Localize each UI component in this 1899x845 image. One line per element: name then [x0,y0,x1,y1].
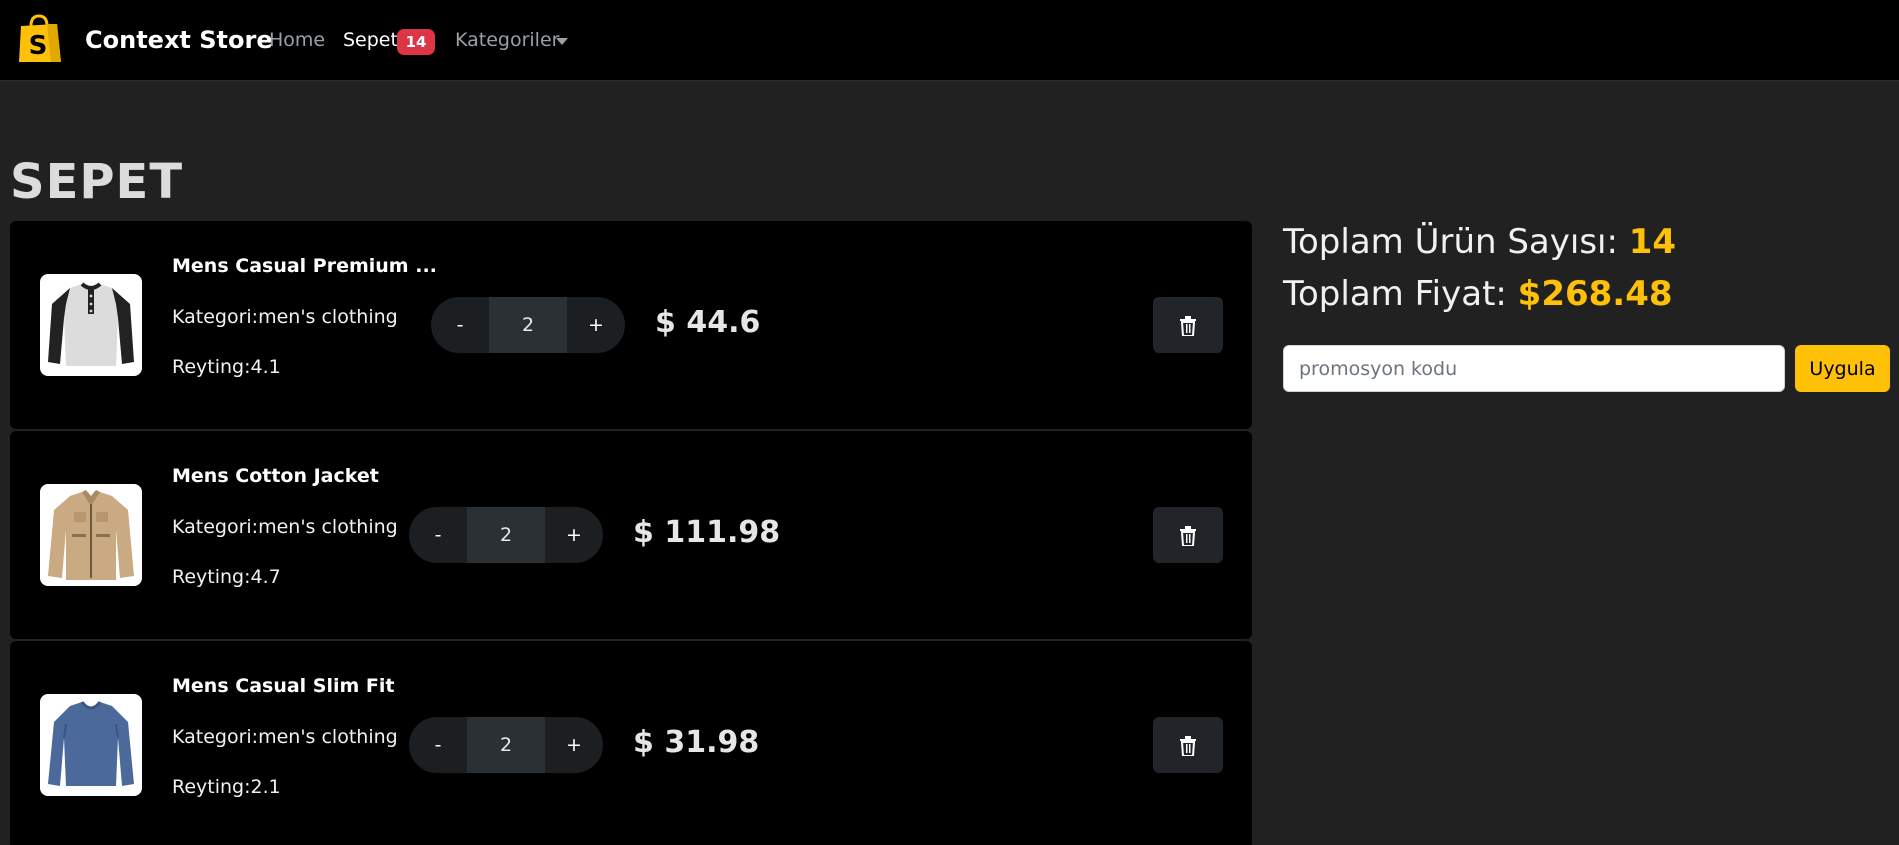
cart-item: Mens Cotton Jacket Kategori:men's clothi… [10,431,1252,639]
product-price: $ 44.6 [655,305,761,340]
caret-down-icon [556,38,568,45]
delete-item-button[interactable] [1153,717,1223,773]
quantity-stepper: - 2 + [431,297,625,353]
product-title[interactable]: Mens Cotton Jacket [172,465,379,487]
cart-item: Mens Casual Slim Fit Kategori:men's clot… [10,641,1252,845]
total-price-value: $268.48 [1517,274,1673,314]
product-rating: Reyting:2.1 [172,776,281,798]
total-items-label: Toplam Ürün Sayısı: [1283,222,1629,262]
trash-icon [1180,316,1196,336]
product-rating: Reyting:4.7 [172,566,281,588]
cart-item: Mens Casual Premium ... Kategori:men's c… [10,221,1252,429]
product-price: $ 111.98 [633,515,781,550]
delete-item-button[interactable] [1153,297,1223,353]
increase-quantity-button[interactable]: + [545,507,603,563]
total-price-summary: Toplam Fiyat: $268.48 [1283,274,1673,314]
product-title[interactable]: Mens Casual Slim Fit [172,675,395,697]
product-category: Kategori:men's clothing [172,306,398,328]
product-category: Kategori:men's clothing [172,516,398,538]
nav-categories-dropdown[interactable]: Kategoriler [455,29,559,51]
total-price-label: Toplam Fiyat: [1283,274,1518,314]
navbar: S Context Store Home Sepet 14 Kategorile… [0,0,1899,81]
product-image [40,484,142,586]
decrease-quantity-button[interactable]: - [409,717,467,773]
total-items-summary: Toplam Ürün Sayısı: 14 [1283,222,1676,262]
product-image [40,694,142,796]
quantity-stepper: - 2 + [409,507,603,563]
delete-item-button[interactable] [1153,507,1223,563]
slim-fit-tee-icon [48,701,134,786]
increase-quantity-button[interactable]: + [567,297,625,353]
quantity-value: 2 [467,717,545,773]
promo-code-input[interactable] [1283,345,1785,392]
nav-cart[interactable]: Sepet [343,29,398,51]
trash-icon [1180,526,1196,546]
product-rating: Reyting:4.1 [172,356,281,378]
page-title: SEPET [10,154,184,210]
product-title[interactable]: Mens Casual Premium ... [172,255,437,277]
nav-home[interactable]: Home [269,29,325,51]
henley-shirt-icon [48,282,134,366]
product-image [40,274,142,376]
product-category: Kategori:men's clothing [172,726,398,748]
shopping-bag-logo-icon[interactable]: S [17,14,62,64]
decrease-quantity-button[interactable]: - [409,507,467,563]
svg-text:S: S [29,31,48,61]
product-price: $ 31.98 [633,725,760,760]
cotton-jacket-icon [48,490,134,580]
brand-name[interactable]: Context Store [85,26,273,54]
total-items-value: 14 [1628,222,1677,262]
decrease-quantity-button[interactable]: - [431,297,489,353]
trash-icon [1180,736,1196,756]
quantity-value: 2 [467,507,545,563]
increase-quantity-button[interactable]: + [545,717,603,773]
apply-promo-button[interactable]: Uygula [1795,345,1890,392]
quantity-stepper: - 2 + [409,717,603,773]
cart-count-badge: 14 [397,29,435,55]
quantity-value: 2 [489,297,567,353]
